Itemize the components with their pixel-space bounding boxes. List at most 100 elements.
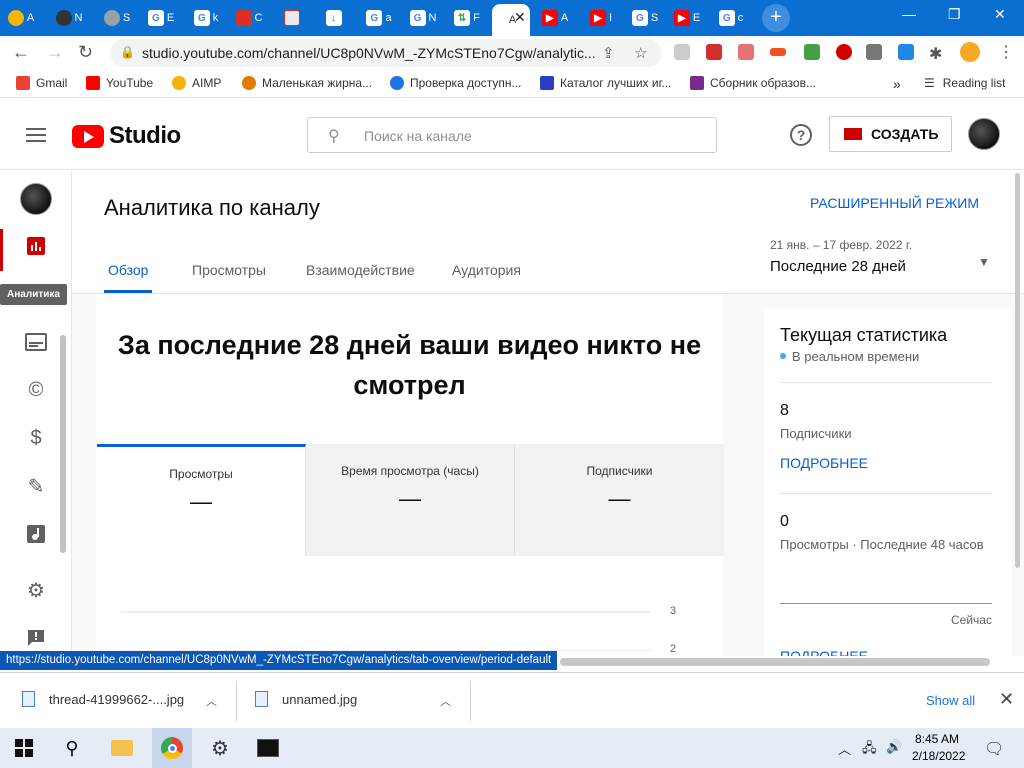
channel-search-input[interactable]: ⚲ Поиск на канале bbox=[307, 117, 717, 153]
tab-views[interactable]: Просмотры bbox=[192, 262, 266, 278]
browser-tab[interactable]: GE bbox=[144, 6, 178, 30]
google-icon: G bbox=[631, 10, 648, 26]
extension-icon[interactable] bbox=[770, 48, 786, 56]
metric-tab-views[interactable]: Просмотры — bbox=[97, 444, 306, 556]
help-icon[interactable]: ? bbox=[790, 124, 812, 146]
lock-icon[interactable]: 🔒 bbox=[120, 45, 135, 59]
advanced-mode-link[interactable]: РАСШИРЕННЫЙ РЕЖИМ bbox=[810, 195, 979, 211]
back-icon[interactable]: ← bbox=[12, 42, 30, 63]
extension-icon[interactable] bbox=[804, 44, 820, 60]
more-bookmarks-icon[interactable]: » bbox=[893, 76, 901, 92]
browser-tab[interactable]: C bbox=[232, 6, 266, 30]
bookmarks-bar: Gmail YouTube AIMP Маленькая жирна... Пр… bbox=[0, 70, 1024, 98]
dropdown-arrow-icon[interactable]: ▼ bbox=[978, 255, 990, 269]
close-tab-icon[interactable]: ✕ bbox=[514, 9, 526, 26]
page-scrollbar[interactable] bbox=[1013, 173, 1021, 568]
browser-tab[interactable]: Ga bbox=[362, 6, 396, 30]
nav-monetization[interactable]: $ bbox=[24, 426, 48, 450]
close-window-icon[interactable]: ✕ bbox=[994, 6, 1006, 23]
bookmark-item[interactable]: Каталог лучших иг... bbox=[540, 76, 672, 90]
reading-list-button[interactable]: ☰ Reading list bbox=[924, 76, 1005, 90]
close-icon[interactable]: ✕ bbox=[999, 689, 1014, 710]
studio-logo[interactable]: Studio bbox=[72, 122, 181, 150]
extension-icon[interactable] bbox=[738, 44, 754, 60]
bookmark-item[interactable]: Проверка доступн... bbox=[390, 76, 522, 90]
browser-tab[interactable]: ↓ bbox=[318, 6, 352, 30]
volume-icon[interactable]: 🔊 bbox=[886, 739, 902, 755]
bookmark-item[interactable]: Сборник образов... bbox=[690, 76, 816, 90]
share-icon[interactable]: ⇪ bbox=[602, 44, 615, 62]
browser-tab[interactable]: ▶ E bbox=[670, 6, 704, 30]
browser-tab[interactable]: A bbox=[4, 6, 38, 30]
clock-date[interactable]: 2/18/2022 bbox=[912, 749, 965, 763]
bookmark-item[interactable]: Маленькая жирна... bbox=[242, 76, 372, 90]
browser-tab[interactable]: N bbox=[52, 6, 86, 30]
left-nav-scrollbar[interactable] bbox=[60, 335, 66, 553]
profile-avatar-icon[interactable] bbox=[960, 42, 980, 62]
terminal-taskbar-icon[interactable] bbox=[256, 736, 280, 760]
tab-audience[interactable]: Аудитория bbox=[452, 262, 521, 278]
channel-avatar[interactable] bbox=[20, 183, 52, 215]
browser-tab[interactable]: ▶ A bbox=[538, 6, 572, 30]
nav-comments[interactable] bbox=[24, 330, 48, 354]
file-explorer-icon[interactable] bbox=[110, 736, 134, 760]
extension-icon[interactable] bbox=[706, 44, 722, 60]
new-tab-button[interactable]: + bbox=[762, 4, 790, 32]
hamburger-menu-icon[interactable] bbox=[26, 128, 46, 146]
extension-icon[interactable] bbox=[674, 44, 690, 60]
nav-analytics[interactable] bbox=[24, 234, 48, 258]
download-item[interactable]: unnamed.jpg bbox=[255, 691, 357, 707]
chevron-up-icon[interactable]: ︿ bbox=[206, 693, 217, 709]
browser-tab[interactable]: Gk bbox=[189, 6, 223, 30]
bookmark-star-icon[interactable]: ☆ bbox=[634, 44, 647, 62]
settings-taskbar-icon[interactable]: ⚙ bbox=[208, 736, 232, 760]
minimize-icon[interactable]: — bbox=[902, 6, 916, 22]
browser-tab[interactable]: ▶ I bbox=[584, 6, 618, 30]
metric-tab-watch-time[interactable]: Время просмотра (часы) — bbox=[306, 444, 515, 556]
account-avatar[interactable] bbox=[968, 118, 1000, 150]
nav-feedback[interactable] bbox=[24, 626, 48, 650]
clock-time[interactable]: 8:45 AM bbox=[915, 732, 959, 746]
create-button[interactable]: СОЗДАТЬ bbox=[829, 116, 952, 152]
more-menu-icon[interactable]: ⋮ bbox=[998, 42, 1014, 62]
nav-audio-library[interactable] bbox=[24, 522, 48, 546]
chrome-taskbar-icon[interactable] bbox=[152, 728, 192, 768]
nav-settings[interactable]: ⚙ bbox=[24, 578, 48, 602]
browser-tab[interactable] bbox=[276, 6, 310, 30]
reload-icon[interactable]: ↻ bbox=[78, 42, 93, 63]
metric-tab-subscribers[interactable]: Подписчики — bbox=[515, 444, 724, 556]
tab-engagement[interactable]: Взаимодействие bbox=[306, 262, 415, 278]
realtime-more-link[interactable]: ПОДРОБНЕЕ bbox=[780, 455, 868, 471]
browser-tab[interactable]: GN bbox=[406, 6, 440, 30]
forward-icon[interactable]: → bbox=[46, 42, 64, 63]
extensions-puzzle-icon[interactable]: ✱ bbox=[929, 44, 942, 64]
download-item[interactable]: thread-41999662-....jpg bbox=[22, 691, 184, 707]
chevron-up-icon[interactable]: ︿ bbox=[440, 693, 451, 709]
realtime-title: Текущая статистика bbox=[780, 325, 948, 345]
notifications-icon[interactable]: 🗨 bbox=[984, 739, 1004, 759]
extension-icon[interactable] bbox=[898, 44, 914, 60]
realtime-subtitle: В реальном времени bbox=[792, 349, 920, 364]
search-taskbar-icon[interactable]: ⚲ bbox=[60, 736, 84, 760]
bookmark-gmail[interactable]: Gmail bbox=[16, 76, 67, 90]
show-all-downloads-link[interactable]: Show all bbox=[926, 693, 975, 708]
browser-tab[interactable]: Gc bbox=[714, 6, 748, 30]
network-icon[interactable]: 🖧 bbox=[862, 739, 877, 761]
nav-copyright[interactable]: © bbox=[24, 378, 48, 402]
nav-customization[interactable]: ✎ bbox=[24, 474, 48, 498]
extension-icon[interactable] bbox=[836, 44, 852, 60]
browser-tab[interactable]: S bbox=[100, 6, 134, 30]
browser-tab[interactable]: GS bbox=[628, 6, 662, 30]
address-bar[interactable]: 🔒 studio.youtube.com/channel/UC8p0NVwM_-… bbox=[110, 39, 662, 67]
browser-tab[interactable]: ⇅ F bbox=[450, 6, 484, 30]
period-selector[interactable]: Последние 28 дней bbox=[770, 258, 906, 275]
horizontal-scrollbar[interactable] bbox=[560, 658, 990, 666]
tab-overview[interactable]: Обзор bbox=[108, 262, 148, 278]
start-button[interactable] bbox=[12, 736, 36, 760]
extension-icon[interactable] bbox=[866, 44, 882, 60]
bookmark-youtube[interactable]: YouTube bbox=[86, 76, 153, 90]
restore-icon[interactable]: ❐ bbox=[948, 6, 961, 23]
realtime-more-link-2[interactable]: ПОДРОБНЕЕ bbox=[780, 648, 868, 656]
bookmark-aimp[interactable]: AIMP bbox=[172, 76, 221, 90]
tray-chevron-up-icon[interactable]: ︿ bbox=[838, 739, 851, 758]
